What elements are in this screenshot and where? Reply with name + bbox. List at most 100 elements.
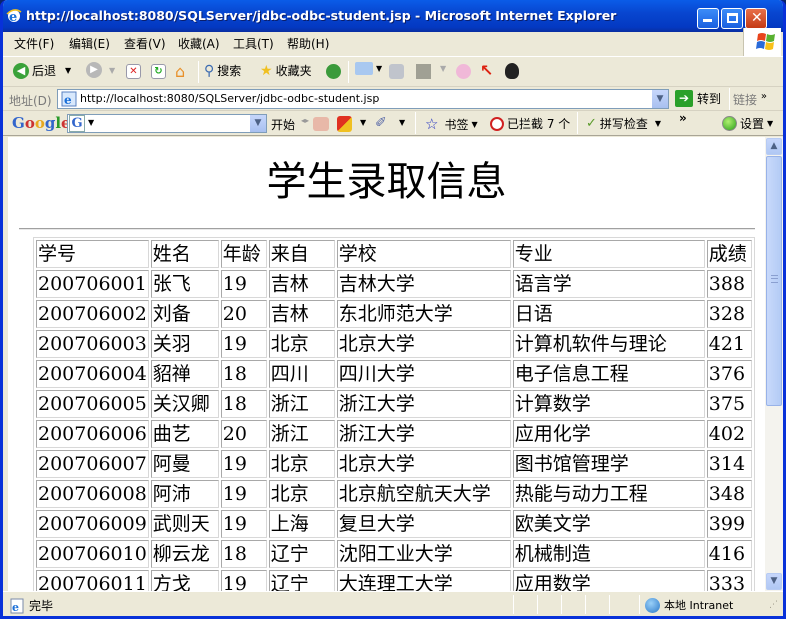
cell-age: 18 <box>220 360 267 388</box>
cell-name: 关汉卿 <box>150 390 219 418</box>
back-button[interactable]: ◀ 后退 ▼ <box>13 62 71 79</box>
home-icon[interactable]: ⌂ <box>175 62 185 81</box>
scroll-thumb[interactable] <box>766 156 782 406</box>
cell-origin: 辽宁 <box>268 540 335 568</box>
google-start-button[interactable]: 开始 <box>271 116 295 133</box>
cell-score: 333 <box>706 570 752 591</box>
ie-logo-icon: e <box>6 9 22 23</box>
scroll-down-icon[interactable]: ▼ <box>766 573 782 590</box>
table-row: 200706006 曲艺 20 浙江 浙江大学 应用化学 402 <box>36 420 752 448</box>
pagerank-dropdown-icon[interactable]: ▼ <box>360 118 366 127</box>
bookmarks-button[interactable]: ☆ 书签 ▼ <box>425 115 478 133</box>
toolbar-separator <box>198 61 199 83</box>
back-dropdown-icon[interactable]: ▼ <box>65 66 71 75</box>
page-title: 学生录取信息 <box>266 159 507 205</box>
cell-major: 热能与动力工程 <box>512 480 705 508</box>
popup-blocker-button[interactable]: 已拦截 7 个 <box>490 115 570 132</box>
cell-student-id: 200706001 <box>36 270 149 298</box>
minimize-button[interactable] <box>697 8 719 29</box>
flashget-icon[interactable]: ↖ <box>480 61 493 80</box>
cell-score: 399 <box>706 510 752 538</box>
pig-icon[interactable] <box>456 64 471 79</box>
vertical-scrollbar[interactable]: ▲ ▼ <box>765 137 783 591</box>
cell-name: 柳云龙 <box>150 540 219 568</box>
google-search-dropdown-icon[interactable]: ▼ <box>249 115 266 132</box>
menu-view[interactable]: 查看(V) <box>124 35 166 52</box>
cell-age: 19 <box>220 270 267 298</box>
table-row: 200706002 刘备 20 吉林 东北师范大学 日语 328 <box>36 300 752 328</box>
security-zone[interactable]: 本地 Intranet <box>645 597 733 613</box>
print-icon[interactable] <box>389 64 404 79</box>
cell-score: 416 <box>706 540 752 568</box>
scroll-up-icon[interactable]: ▲ <box>766 138 782 155</box>
address-dropdown-icon[interactable]: ▼ <box>651 90 668 108</box>
status-bar: e 完毕 本地 Intranet ⋰ <box>3 591 783 616</box>
resize-grip-icon[interactable]: ⋰ <box>769 600 778 610</box>
cell-school: 四川大学 <box>336 360 511 388</box>
cell-age: 19 <box>220 450 267 478</box>
blocked-label: 已拦截 7 个 <box>507 117 571 131</box>
toolbar-separator <box>348 61 349 83</box>
status-pane-divider <box>513 595 514 614</box>
menu-favorites[interactable]: 收藏(A) <box>178 35 220 52</box>
cell-score: 328 <box>706 300 752 328</box>
go-button[interactable]: ➔ 转到 <box>675 90 721 107</box>
address-label: 地址(D) <box>9 94 52 108</box>
edit-dropdown-icon[interactable]: ▼ <box>440 64 446 73</box>
restore-icon <box>727 13 738 23</box>
students-table: 学号 姓名 年龄 来自 学校 专业 成绩 200706001 张飞 19 吉林 吉林大学… <box>33 237 755 591</box>
status-done: e 完毕 <box>9 597 53 614</box>
cell-origin: 上海 <box>268 510 335 538</box>
menu-file[interactable]: 文件(F) <box>14 35 54 52</box>
link-icon[interactable]: ✐ <box>375 115 387 131</box>
menu-tools[interactable]: 工具(T) <box>233 35 274 52</box>
start-label: 开始 <box>271 118 296 132</box>
cell-name: 曲艺 <box>150 420 219 448</box>
mail-button[interactable]: ▼ <box>355 62 382 75</box>
google-search-input[interactable]: G ▼ ▼ <box>67 114 267 133</box>
cell-major: 电子信息工程 <box>512 360 705 388</box>
menu-edit[interactable]: 编辑(E) <box>69 35 110 52</box>
cell-school: 北京大学 <box>336 450 511 478</box>
refresh-icon[interactable]: ↻ <box>151 64 166 79</box>
pagerank-icon[interactable] <box>337 116 352 132</box>
cell-name: 关羽 <box>150 330 219 358</box>
edit-icon[interactable] <box>416 64 431 79</box>
cell-age: 19 <box>220 480 267 508</box>
forward-dropdown-icon[interactable]: ▼ <box>109 66 115 75</box>
stop-icon[interactable]: ✕ <box>126 64 141 79</box>
history-icon[interactable] <box>326 64 341 79</box>
mail-icon <box>355 62 373 75</box>
favorites-button[interactable]: ★ 收藏夹 <box>260 62 312 79</box>
search-button[interactable]: ⚲ 搜索 <box>204 62 241 79</box>
cell-score: 402 <box>706 420 752 448</box>
close-button[interactable]: ✕ <box>745 8 767 29</box>
forward-button[interactable]: ▶ ▼ <box>86 62 115 78</box>
cell-origin: 北京 <box>268 330 335 358</box>
links-button[interactable]: 链接 » <box>733 91 767 108</box>
qq-penguin-icon[interactable] <box>505 63 519 79</box>
address-bar: 地址(D) e http://localhost:8080/SQLServer/… <box>3 86 783 110</box>
mail-dropdown-icon: ▼ <box>376 64 383 73</box>
table-row: 200706004 貂禅 18 四川 四川大学 电子信息工程 376 <box>36 360 752 388</box>
cell-score: 388 <box>706 270 752 298</box>
more-chevron-icon[interactable]: » <box>679 111 687 125</box>
settings-button[interactable]: 设置 ▼ <box>722 115 773 132</box>
title-bar[interactable]: e http://localhost:8080/SQLServer/jdbc-o… <box>3 0 783 32</box>
forward-arrow-icon: ▶ <box>86 62 102 78</box>
links-label: 链接 <box>733 93 758 107</box>
header-age: 年龄 <box>220 240 267 268</box>
svg-text:e: e <box>12 601 19 614</box>
cell-student-id: 200706007 <box>36 450 149 478</box>
cell-major: 应用数学 <box>512 570 705 591</box>
back-arrow-icon: ◀ <box>13 62 29 79</box>
news-icon[interactable] <box>313 117 329 131</box>
link-dropdown-icon[interactable]: ▼ <box>399 118 405 127</box>
chevron-icon: » <box>760 91 767 102</box>
menu-help[interactable]: 帮助(H) <box>287 35 329 52</box>
maximize-button[interactable] <box>721 8 743 29</box>
address-input[interactable]: e http://localhost:8080/SQLServer/jdbc-o… <box>57 89 669 109</box>
status-pane-divider <box>609 595 610 614</box>
spellcheck-button[interactable]: ✓ 拼写检查 ▼ <box>586 115 661 132</box>
google-g-dropdown-icon[interactable]: ▼ <box>88 118 94 127</box>
